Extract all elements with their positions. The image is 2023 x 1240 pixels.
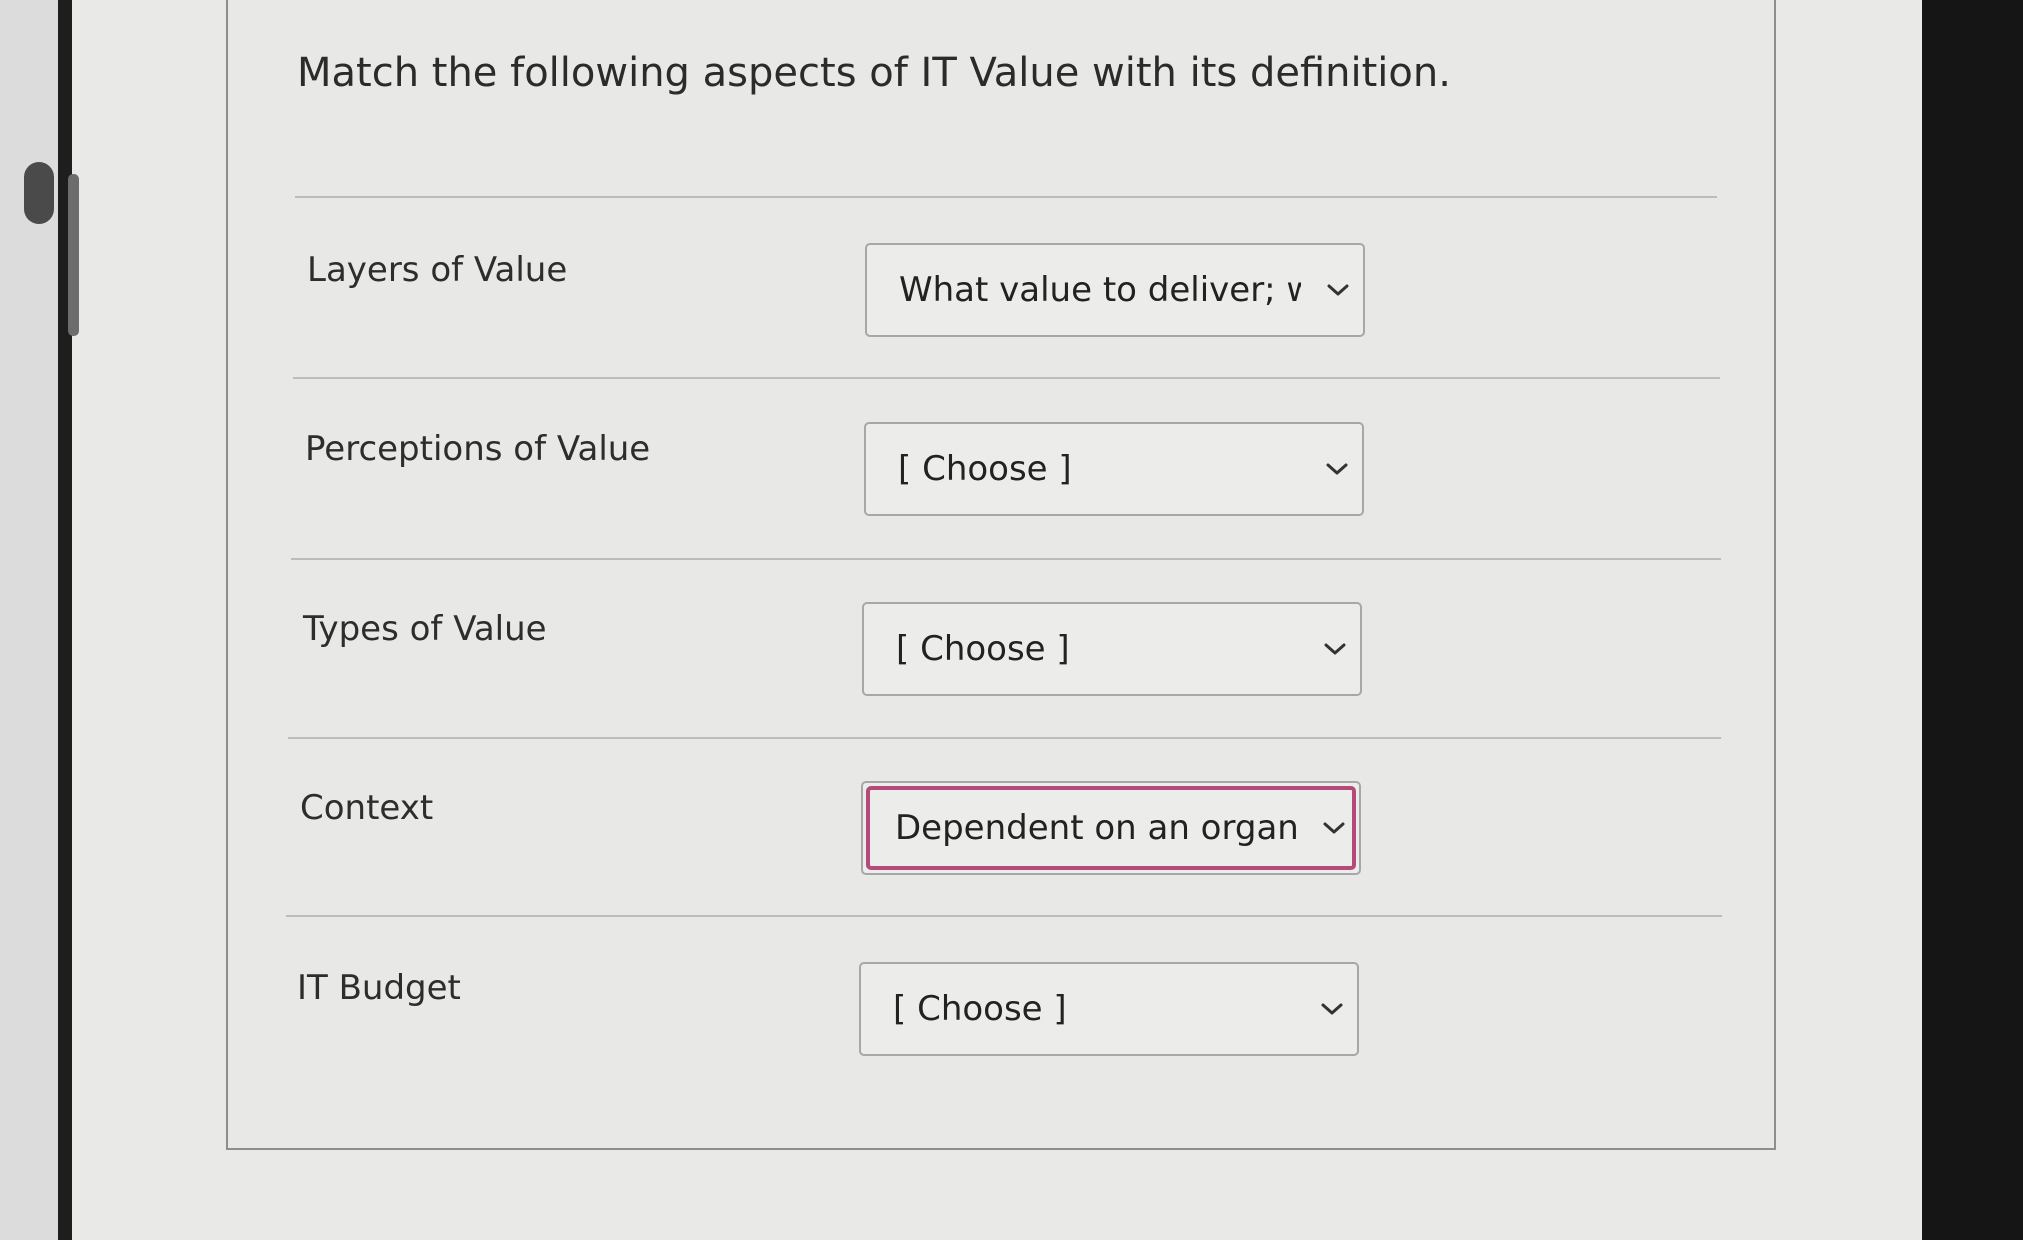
question-text: Match the following aspects of IT Value …: [297, 50, 1451, 96]
chevron-down-icon: [1326, 463, 1348, 475]
row-separator: [293, 377, 1720, 379]
right-bezel: [1922, 0, 2023, 1240]
definition-select[interactable]: What value to deliver; wh: [865, 243, 1365, 337]
definition-select[interactable]: [ Choose ]: [862, 602, 1362, 696]
selected-definition: What value to deliver; wh: [899, 270, 1301, 310]
row-label: Layers of Value: [307, 250, 568, 290]
definition-select[interactable]: [ Choose ]: [864, 422, 1364, 516]
row-label: Perceptions of Value: [305, 429, 651, 469]
row-separator: [291, 558, 1721, 560]
selected-definition: [ Choose ]: [898, 449, 1072, 489]
row-label: Context: [300, 788, 434, 828]
selected-definition: [ Choose ]: [896, 629, 1070, 669]
selected-definition: Dependent on an organiza: [895, 808, 1297, 848]
row-separator: [295, 196, 1717, 198]
chevron-down-icon: [1327, 284, 1349, 296]
chevron-down-icon: [1321, 1003, 1343, 1015]
row-separator: [288, 737, 1721, 739]
row-separator: [286, 915, 1722, 917]
chevron-down-icon: [1324, 643, 1346, 655]
chevron-down-icon: [1323, 822, 1345, 834]
side-handle: [24, 162, 54, 224]
definition-select[interactable]: [ Choose ]: [859, 962, 1359, 1056]
scrollbar-thumb[interactable]: [68, 174, 79, 336]
definition-select[interactable]: Dependent on an organiza: [861, 781, 1361, 875]
row-label: IT Budget: [297, 968, 461, 1008]
selected-definition: [ Choose ]: [893, 989, 1067, 1029]
row-label: Types of Value: [303, 609, 547, 649]
